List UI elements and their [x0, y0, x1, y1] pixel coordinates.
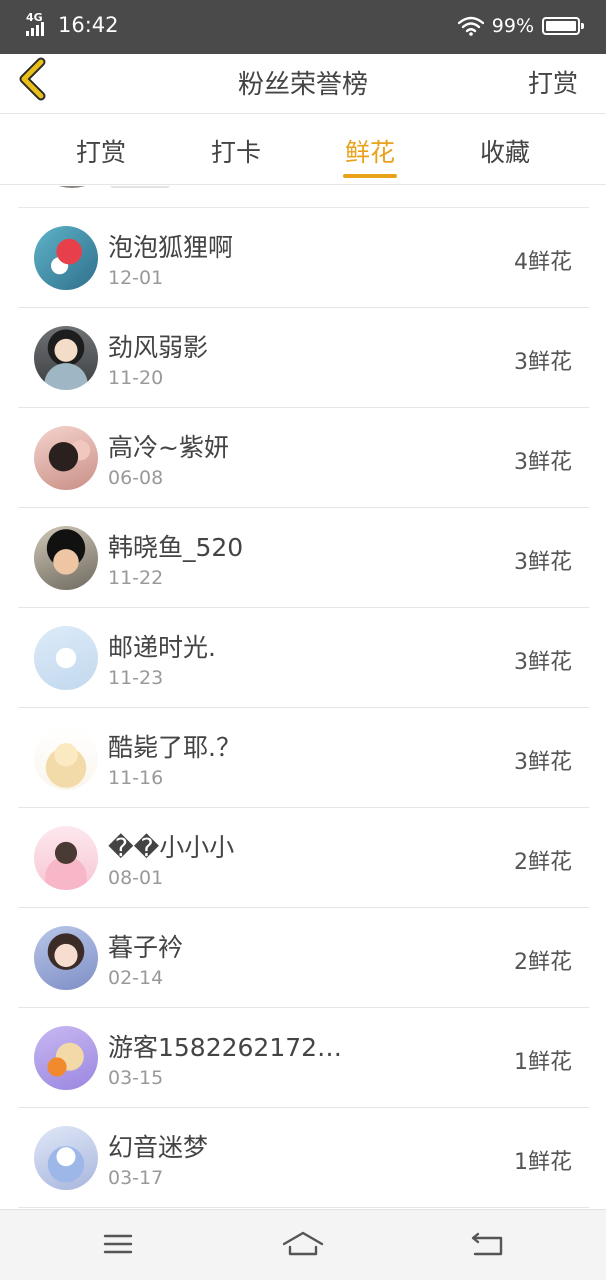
flower-count: 3鲜花: [514, 550, 572, 575]
tab-favorites[interactable]: 收藏: [445, 133, 565, 169]
status-right: 99%: [457, 14, 584, 38]
list-item[interactable]: 高冷~紫妍 06-08 3鲜花: [0, 408, 606, 508]
flower-count: 2鲜花: [514, 850, 572, 875]
status-bar: 4G 16:42 99%: [0, 0, 606, 54]
flower-count: 4鲜花: [514, 250, 572, 275]
status-time: 16:42: [58, 13, 119, 37]
header: 粉丝荣誉榜 打赏: [0, 54, 606, 114]
list-item[interactable]: ��小小小 08-01 2鲜花: [0, 808, 606, 908]
gift-date: 06-08: [108, 467, 164, 489]
list-item[interactable]: 劲风弱影 11-20 3鲜花: [0, 308, 606, 408]
avatar[interactable]: [34, 226, 98, 290]
list-item-partial: [18, 186, 589, 208]
status-left: 4G 16:42: [26, 12, 119, 38]
user-name: 暮子衿: [108, 933, 184, 962]
user-name: 酷毙了耶.？: [108, 733, 241, 762]
avatar[interactable]: [34, 326, 98, 390]
list-item[interactable]: 韩晓鱼_520 11-22 3鲜花: [0, 508, 606, 608]
wifi-icon: [457, 16, 484, 36]
list-item[interactable]: 泡泡狐狸啊 12-01 4鲜花: [0, 208, 606, 308]
flower-count: 3鲜花: [514, 650, 572, 675]
page-title: 粉丝荣誉榜: [237, 70, 368, 100]
user-name: 劲风弱影: [108, 333, 209, 362]
avatar[interactable]: [34, 826, 98, 890]
user-name: 高冷~紫妍: [108, 433, 229, 462]
flower-count: 1鲜花: [514, 1050, 572, 1075]
flower-count: 3鲜花: [514, 450, 572, 475]
user-name: 泡泡狐狸啊: [108, 233, 234, 262]
tab-bar: 打赏 打卡 鲜花 收藏: [0, 115, 606, 185]
active-tab-indicator: [343, 174, 397, 178]
signal-icon: 4G: [26, 12, 52, 38]
avatar: [42, 186, 102, 188]
list-item[interactable]: 酷毙了耶.？ 11-16 3鲜花: [0, 708, 606, 808]
battery-fill: [546, 21, 576, 31]
flower-count: 1鲜花: [514, 1150, 572, 1175]
avatar[interactable]: [34, 1126, 98, 1190]
list-item[interactable]: 暮子衿 02-14 2鲜花: [0, 908, 606, 1008]
tab-checkin[interactable]: 打卡: [176, 133, 296, 169]
user-name: 幻音迷梦: [108, 1133, 209, 1162]
reward-button[interactable]: 打赏: [528, 64, 578, 100]
avatar[interactable]: [34, 726, 98, 790]
list-item[interactable]: 幻音迷梦 03-17 1鲜花: [0, 1108, 606, 1208]
avatar[interactable]: [34, 526, 98, 590]
avatar[interactable]: [34, 626, 98, 690]
gift-date: 03-17: [108, 1167, 164, 1189]
gift-date: 02-14: [108, 967, 164, 989]
gift-date: 11-23: [108, 667, 164, 689]
list-items: 泡泡狐狸啊 12-01 4鲜花 劲风弱影 11-20 3鲜花 高冷~紫妍 06-08 3鲜花 韩晓…: [0, 208, 606, 1208]
home-icon[interactable]: [273, 1224, 333, 1264]
battery-icon: [542, 17, 584, 35]
list-item[interactable]: 游客1582262172… 03-15 1鲜花: [0, 1008, 606, 1108]
back-arrow-icon[interactable]: [458, 1224, 518, 1264]
gift-date: 11-16: [108, 767, 164, 789]
user-name: 韩晓鱼_520: [108, 533, 244, 562]
menu-icon[interactable]: [88, 1224, 148, 1264]
user-name: 游客1582262172…: [108, 1033, 343, 1062]
battery-percent: 99%: [491, 15, 534, 37]
gift-date: 03-15: [108, 1067, 164, 1089]
user-name: 邮递时光.: [108, 633, 216, 662]
avatar[interactable]: [34, 1026, 98, 1090]
user-name: ��小小小: [108, 833, 235, 862]
flower-count: 3鲜花: [514, 750, 572, 775]
ranking-list[interactable]: 泡泡狐狸啊 12-01 4鲜花 劲风弱影 11-20 3鲜花 高冷~紫妍 06-08 3鲜花 韩晓…: [0, 186, 606, 1209]
gift-date: 08-01: [108, 867, 164, 889]
gift-date: 12-01: [108, 267, 164, 289]
system-nav-bar: [0, 1209, 606, 1280]
gift-date: 11-20: [108, 367, 164, 389]
avatar[interactable]: [34, 426, 98, 490]
gift-date: 11-22: [108, 567, 164, 589]
flower-count: 3鲜花: [514, 350, 572, 375]
flower-count: 2鲜花: [514, 950, 572, 975]
tab-reward[interactable]: 打赏: [41, 133, 161, 169]
avatar[interactable]: [34, 926, 98, 990]
list-item[interactable]: 邮递时光. 11-23 3鲜花: [0, 608, 606, 708]
tab-flowers[interactable]: 鲜花: [310, 133, 430, 169]
